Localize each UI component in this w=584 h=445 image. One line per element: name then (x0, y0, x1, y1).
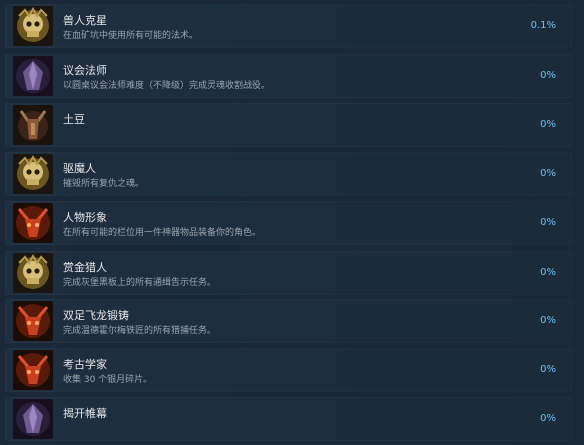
achievement-description: 在所有可能的栏位用一件神器物品装备你的角色。 (63, 228, 262, 238)
achievement-title: 揭开帷幕 (63, 407, 107, 420)
achievement-percent: 0% (540, 217, 556, 228)
achievement-title: 考古学家 (63, 358, 107, 371)
red-demon-icon (13, 203, 53, 243)
achievement-row[interactable]: 考古学家 收集 30 个银月碎片。 0% (5, 348, 572, 392)
achievement-row[interactable]: 双足飞龙锻铸 完成温德霍尔梅铁匠的所有猎捕任务。 0% (5, 299, 572, 343)
achievement-title: 赏金猎人 (63, 261, 107, 274)
achievement-percent: 0% (540, 315, 556, 326)
achievement-row[interactable]: 议会法师 以圆桌议会法师难度（不降级）完成灵魂收割战役。 0% (5, 54, 572, 98)
achievement-description: 摧毁所有复仇之魂。 (63, 179, 145, 189)
achievement-row[interactable]: 揭开帷幕 0% (5, 397, 572, 441)
achievement-row[interactable]: 赏金猎人 完成灰堡黑板上的所有通缉告示任务。 0% (5, 251, 572, 295)
achievement-description: 收集 30 个银月碎片。 (63, 375, 153, 385)
achievement-description: 完成温德霍尔梅铁匠的所有猎捕任务。 (63, 326, 217, 336)
achievement-percent: 0% (540, 70, 556, 81)
red-demon-icon (13, 301, 53, 341)
purple-crystal-icon (13, 56, 53, 96)
achievement-description: 以圆桌议会法师难度（不降级）完成灵魂收割战役。 (63, 81, 271, 91)
red-demon-icon (13, 350, 53, 390)
achievement-list: 兽人克星 在血矿坑中使用所有可能的法术。 0.1% 议会法师 以圆桌议会法师难度… (0, 0, 584, 445)
gold-skull-icon (13, 253, 53, 293)
achievement-title: 土豆 (63, 113, 85, 126)
achievement-percent: 0% (540, 168, 556, 179)
achievement-description: 在血矿坑中使用所有可能的法术。 (63, 31, 199, 41)
gold-skull-icon (13, 6, 53, 46)
achievement-percent: 0.1% (530, 20, 556, 31)
achievement-row[interactable]: 兽人克星 在血矿坑中使用所有可能的法术。 0.1% (5, 4, 572, 48)
achievement-percent: 0% (540, 413, 556, 424)
achievement-row[interactable]: 土豆 0% (5, 103, 572, 147)
achievement-row[interactable]: 人物形象 在所有可能的栏位用一件神器物品装备你的角色。 0% (5, 201, 572, 245)
achievement-description: 完成灰堡黑板上的所有通缉告示任务。 (63, 278, 217, 288)
achievement-title: 兽人克星 (63, 14, 107, 27)
achievement-title: 双足飞龙锻铸 (63, 309, 129, 322)
achievement-title: 议会法师 (63, 64, 107, 77)
achievement-title: 人物形象 (63, 211, 107, 224)
horned-demon-icon (13, 105, 53, 145)
achievement-percent: 0% (540, 119, 556, 130)
purple-crystal-icon (13, 399, 53, 439)
gold-skull-icon (13, 154, 53, 194)
achievement-title: 驱魔人 (63, 162, 96, 175)
achievement-percent: 0% (540, 267, 556, 278)
achievement-percent: 0% (540, 364, 556, 375)
achievement-row[interactable]: 驱魔人 摧毁所有复仇之魂。 0% (5, 152, 572, 196)
